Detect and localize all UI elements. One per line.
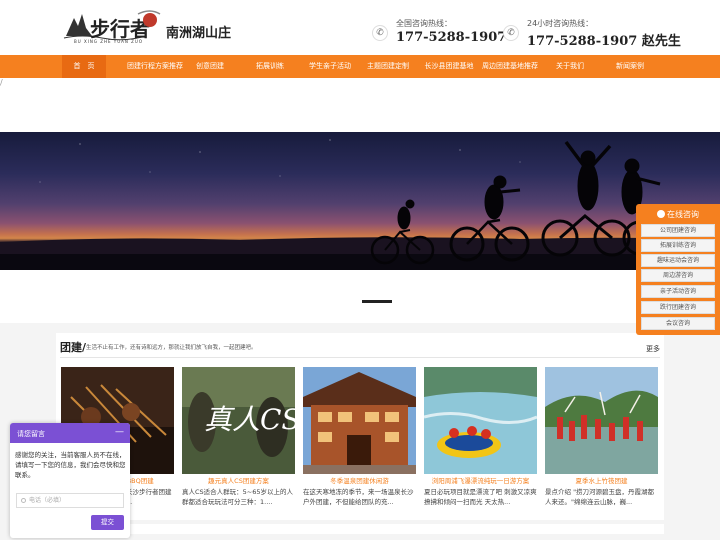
nav-item-base[interactable]: 长沙县团建基地 (421, 55, 477, 78)
widget-header: 请您留言 — (10, 423, 130, 443)
consult-item-company[interactable]: 公司团建咨询 (641, 224, 715, 237)
message-widget: 请您留言 — 感谢您的关注，当前客服人员不在线，请填写一下您的信息，我们会尽快和… (10, 423, 130, 538)
hotline-label: 24小时咨询热线： (527, 19, 594, 28)
card-image[interactable] (303, 367, 416, 474)
card-image[interactable]: 真人CS (182, 367, 295, 474)
panel-title: 团建/ (60, 341, 87, 354)
online-consult-panel: 在线咨询 公司团建咨询 拓展训练咨询 趣味运动会咨询 周边游咨询 亲子活动咨询 … (636, 204, 720, 335)
hotline-label: 全国咨询热线： (396, 19, 452, 28)
logo-subtitle: BU XING ZHE YUAN ZUO (74, 39, 143, 44)
consult-item-nearby[interactable]: 周边游咨询 (641, 269, 715, 282)
divider (60, 357, 660, 358)
panel-description: 生活不止有工作，还有诗和远方，那就让我们放飞自我，一起团建吧。 (86, 345, 257, 351)
consult-item-trip[interactable]: 跌行团建咨询 (641, 301, 715, 314)
nav-item-home[interactable]: 首 页 (62, 55, 106, 78)
card-image[interactable] (545, 367, 658, 474)
card-description: 景点介绍 "捞刀河源碧玉盘，丹霞湖都人来还。"绵绵连云山脉，巍... (545, 488, 655, 506)
phone-placeholder: 电话（必填） (29, 497, 66, 504)
card-rafting[interactable]: 浏阳周浦飞瀑漂流纯玩一日游方案 夏日必玩项目就是漂流了吧 刺激又凉爽撩拂和倾闷一… (424, 367, 537, 508)
svg-text:真人CS: 真人CS (204, 403, 295, 436)
card-description: 夏日必玩项目就是漂流了吧 刺激又凉爽撩拂和倾闷一扫而光 天太热... (424, 488, 537, 506)
phone-icon: ✆ (503, 25, 519, 41)
card-image[interactable] (424, 367, 537, 474)
nav-item-training[interactable]: 拓展训练 (246, 55, 294, 78)
nav-item-creative[interactable]: 创意团建 (186, 55, 234, 78)
card-title[interactable]: 趣元真人CS团建方案 (182, 475, 295, 485)
card-title[interactable]: 浏阳周浦飞瀑漂流纯玩一日游方案 (424, 475, 537, 485)
phone-input[interactable]: 电话（必填） (16, 493, 124, 508)
submit-button[interactable]: 提交 (91, 515, 124, 530)
svg-text:步行者: 步行者 (90, 17, 150, 41)
chat-bubble-icon (657, 210, 665, 218)
nav-item-family[interactable]: 学生亲子活动 (305, 55, 355, 78)
hotline-number: 177-5288-1907 赵先生 (527, 34, 681, 49)
card-title[interactable]: 夏季水上竹筏团建 (545, 475, 658, 485)
slider-indicator[interactable] (362, 300, 392, 303)
header: 步行者 BU XING ZHE YUAN ZUO 南洲湖山庄 ✆ 全国咨询热线：… (0, 0, 720, 55)
consult-item-sports[interactable]: 趣味运动会咨询 (641, 254, 715, 267)
more-link[interactable]: 更多 (646, 344, 660, 354)
card-description: 在这天寒地冻的季节，来一场温泉长沙户外团建，不但能给团队的充... (303, 488, 414, 506)
main-nav: 首 页 团建行程方案推荐 创意团建 拓展训练 学生亲子活动 主题团建定制 长沙县… (0, 55, 720, 78)
minimize-icon[interactable]: — (115, 427, 124, 437)
nav-item-about[interactable]: 关于我们 (550, 55, 590, 78)
card-description: 真人CS适合人群玩：5~65岁以上的人群都适合玩玩法可分三种：1.... (182, 488, 294, 506)
user-icon (21, 498, 26, 503)
brand-name: 南洲湖山庄 (166, 26, 232, 41)
phone-icon: ✆ (372, 25, 388, 41)
consult-item-meeting[interactable]: 会议咨询 (641, 317, 715, 330)
consult-item-family[interactable]: 亲子活动咨询 (641, 285, 715, 298)
next-panel-top (56, 524, 664, 534)
card-hotspring[interactable]: 冬季温泉团建休闲游 在这天寒地冻的季节，来一场温泉长沙户外团建，不但能给团队的充… (303, 367, 416, 508)
nav-item-nearby[interactable]: 周边团建基地推荐 (479, 55, 541, 78)
nav-item-plans[interactable]: 团建行程方案推荐 (119, 55, 191, 78)
consult-header: 在线咨询 (636, 207, 720, 222)
widget-message: 感谢您的关注，当前客服人员不在线，请填写一下您的信息，我们会尽快和您联系。 (15, 451, 126, 479)
breadcrumb: / (0, 78, 3, 87)
card-cs[interactable]: 真人CS 趣元真人CS团建方案 真人CS适合人群玩：5~65岁以上的人群都适合玩… (182, 367, 295, 508)
consult-title: 在线咨询 (667, 210, 699, 219)
hotline-number: 177-5288-1907 (396, 30, 507, 45)
hero-banner[interactable] (0, 132, 720, 270)
nav-item-custom[interactable]: 主题团建定制 (363, 55, 413, 78)
teambuilding-panel: 团建/ 生活不止有工作，还有诗和远方，那就让我们放飞自我，一起团建吧。 更多 B… (56, 333, 664, 520)
card-bamboo-raft[interactable]: 夏季水上竹筏团建 景点介绍 "捞刀河源碧玉盘，丹霞湖都人来还。"绵绵连云山脉，巍… (545, 367, 658, 508)
widget-title: 请您留言 (17, 430, 45, 438)
card-title[interactable]: 冬季温泉团建休闲游 (303, 475, 416, 485)
nav-item-news[interactable]: 新闻案例 (608, 55, 652, 78)
consult-item-training[interactable]: 拓展训练咨询 (641, 239, 715, 252)
